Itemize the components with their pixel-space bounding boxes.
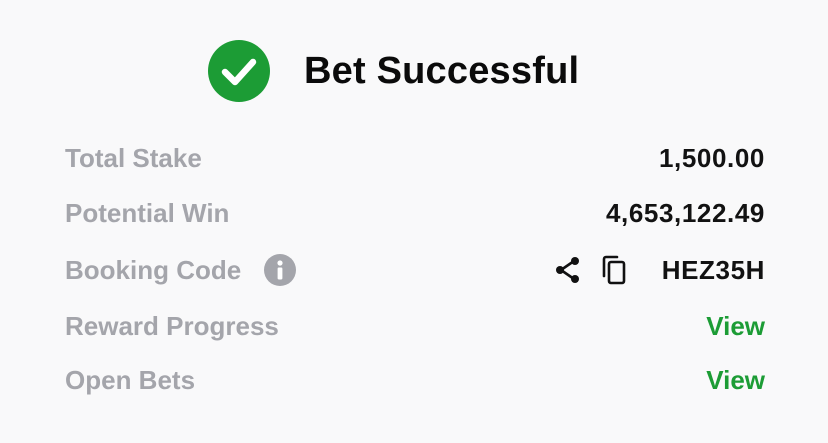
share-icon[interactable] [553, 255, 583, 285]
open-bets-label: Open Bets [65, 365, 196, 395]
booking-code-label: Booking Code [65, 255, 242, 285]
copy-icon[interactable] [599, 254, 629, 286]
reward-progress-view-link[interactable]: View [706, 306, 765, 346]
total-stake-label: Total Stake [65, 143, 202, 173]
reward-progress-label: Reward Progress [65, 311, 279, 341]
booking-code-row: Booking Code HEZ35H [65, 250, 765, 290]
potential-win-label: Potential Win [65, 198, 230, 228]
check-circle-icon [208, 40, 270, 102]
open-bets-row: Open Bets View [65, 360, 765, 400]
total-stake-row: Total Stake 1,500.00 [65, 138, 765, 178]
potential-win-value: 4,653,122.49 [605, 198, 765, 228]
reward-progress-row: Reward Progress View [65, 306, 765, 346]
booking-code-value: HEZ35H [661, 255, 765, 285]
page-title: Bet Successful [304, 50, 580, 92]
info-icon[interactable] [264, 254, 296, 286]
potential-win-row: Potential Win 4,653,122.49 [65, 193, 765, 233]
bet-confirmation-panel: Bet Successful Total Stake 1,500.00 Pote… [0, 0, 828, 443]
total-stake-value: 1,500.00 [658, 143, 765, 173]
success-header: Bet Successful [0, 40, 828, 102]
open-bets-view-link[interactable]: View [706, 360, 765, 400]
